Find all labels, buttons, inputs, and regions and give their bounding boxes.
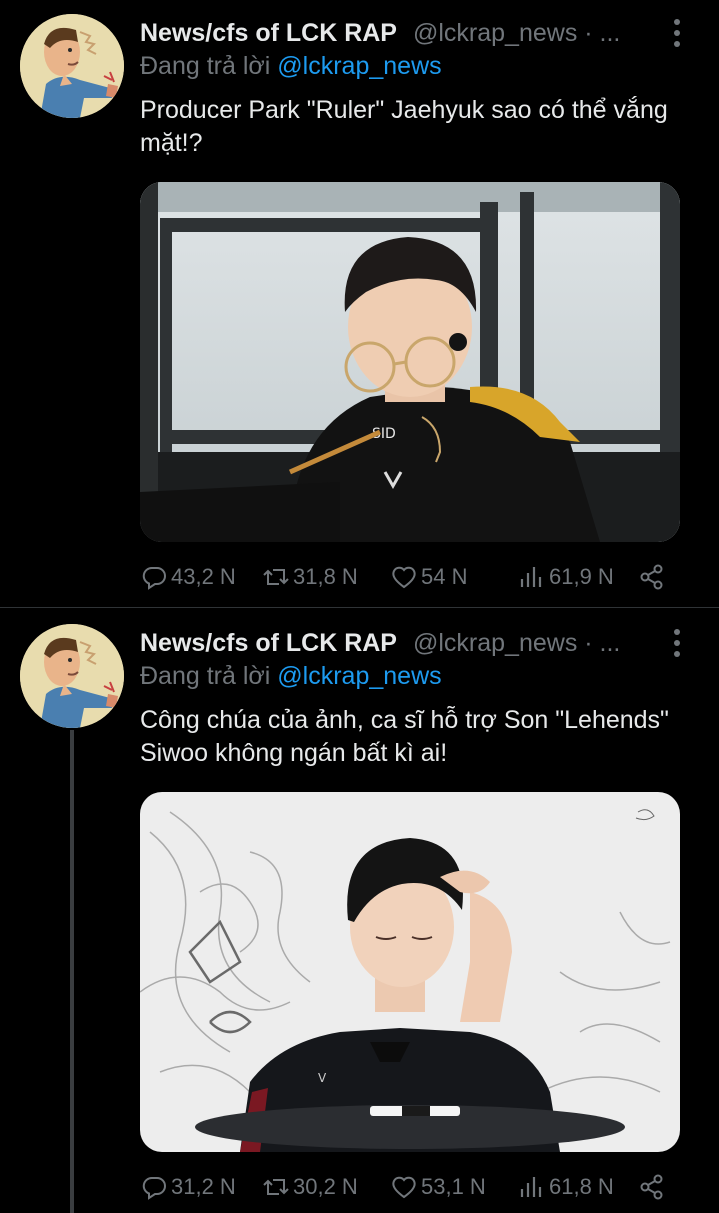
author-handle[interactable]: @lckrap_news · ... bbox=[413, 629, 620, 658]
tweet-actions: 43,2 N 31,8 N 54 N 61,9 N bbox=[140, 559, 680, 595]
tweet-1[interactable]: News/cfs of LCK RAP @lckrap_news · ... Đ… bbox=[0, 12, 719, 607]
svg-text:V: V bbox=[318, 1071, 327, 1085]
reply-context: Đang trả lời @lckrap_news bbox=[140, 52, 442, 81]
like-button[interactable]: 53,1 N bbox=[390, 1169, 486, 1205]
like-button[interactable]: 54 N bbox=[390, 559, 467, 595]
share-icon bbox=[640, 564, 663, 590]
retweet-count: 31,8 N bbox=[293, 564, 358, 589]
reply-count: 43,2 N bbox=[171, 564, 236, 589]
reply-icon bbox=[142, 1176, 166, 1200]
share-icon bbox=[640, 1174, 663, 1200]
like-count: 53,1 N bbox=[421, 1174, 486, 1199]
tweet-text: Công chúa của ảnh, ca sĩ hỗ trợ Son "Leh… bbox=[140, 706, 669, 767]
avatar[interactable] bbox=[20, 14, 124, 118]
views-icon bbox=[520, 1177, 542, 1197]
reply-prefix: Đang trả lời bbox=[140, 662, 271, 690]
reply-mention-link[interactable]: @lckrap_news bbox=[277, 662, 441, 690]
more-icon[interactable] bbox=[662, 625, 692, 661]
tweet-header: News/cfs of LCK RAP @lckrap_news · ... bbox=[140, 15, 620, 51]
tweet-photo[interactable]: SID bbox=[140, 182, 680, 542]
views-count: 61,8 N bbox=[549, 1174, 614, 1199]
thread-line bbox=[70, 730, 74, 1213]
tweet-text: Producer Park "Ruler" Jaehyuk sao có thể… bbox=[140, 96, 668, 157]
author-name[interactable]: News/cfs of LCK RAP bbox=[140, 629, 397, 658]
views-button[interactable]: 61,8 N bbox=[518, 1169, 614, 1205]
share-button[interactable] bbox=[638, 1169, 669, 1205]
reply-context: Đang trả lời @lckrap_news bbox=[140, 662, 442, 691]
retweet-button[interactable]: 31,8 N bbox=[262, 559, 358, 595]
share-button[interactable] bbox=[638, 559, 669, 595]
more-icon[interactable] bbox=[662, 15, 692, 51]
retweet-icon bbox=[263, 569, 289, 585]
views-button[interactable]: 61,9 N bbox=[518, 559, 614, 595]
tweet-photo[interactable]: V bbox=[140, 792, 680, 1152]
like-icon bbox=[392, 566, 416, 589]
reply-button[interactable]: 31,2 N bbox=[140, 1169, 236, 1205]
avatar[interactable] bbox=[20, 624, 124, 728]
reply-count: 31,2 N bbox=[171, 1174, 236, 1199]
reply-prefix: Đang trả lời bbox=[140, 52, 271, 80]
views-count: 61,9 N bbox=[549, 564, 614, 589]
retweet-button[interactable]: 30,2 N bbox=[262, 1169, 358, 1205]
author-handle[interactable]: @lckrap_news · ... bbox=[413, 19, 620, 48]
like-icon bbox=[392, 1176, 416, 1199]
retweet-icon bbox=[263, 1179, 289, 1195]
reply-icon bbox=[142, 566, 166, 590]
like-count: 54 N bbox=[421, 564, 468, 589]
tweet-actions: 31,2 N 30,2 N 53,1 N 61,8 N bbox=[140, 1169, 680, 1205]
tweet-divider bbox=[0, 607, 719, 608]
reply-button[interactable]: 43,2 N bbox=[140, 559, 236, 595]
tweet-header: News/cfs of LCK RAP @lckrap_news · ... bbox=[140, 625, 620, 661]
retweet-count: 30,2 N bbox=[293, 1174, 358, 1199]
tweet-2[interactable]: News/cfs of LCK RAP @lckrap_news · ... Đ… bbox=[0, 622, 719, 1213]
views-icon bbox=[520, 567, 542, 587]
reply-mention-link[interactable]: @lckrap_news bbox=[277, 52, 441, 80]
author-name[interactable]: News/cfs of LCK RAP bbox=[140, 19, 397, 48]
